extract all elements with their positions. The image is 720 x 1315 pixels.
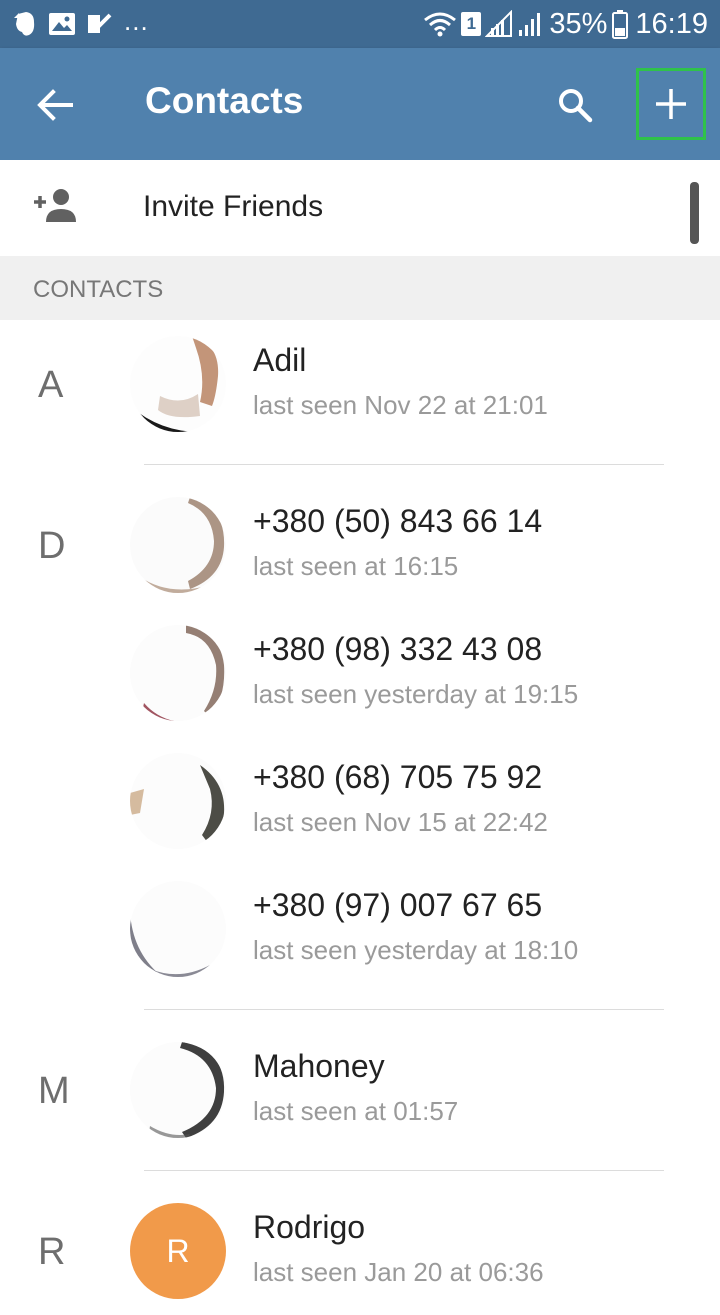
battery-percent: 35%: [549, 7, 608, 40]
contact-row[interactable]: D +380 (50) 843 66 14 last seen at 16:15: [0, 481, 720, 609]
avatar: [130, 1042, 226, 1138]
invite-friends-label: Invite Friends: [143, 190, 324, 223]
contact-name: +380 (97) 007 67 65: [253, 887, 543, 923]
contacts-section-header: CONTACTS: [0, 256, 720, 320]
app-bar: Contacts: [0, 48, 720, 160]
contact-name: Adil: [253, 342, 307, 378]
last-seen: last seen Jan 20 at 06:36: [253, 1257, 544, 1287]
last-seen: last seen yesterday at 18:10: [253, 935, 579, 965]
arrow-left-icon: [37, 89, 73, 121]
signal-icon-sim2: [519, 13, 541, 36]
contact-name: +380 (50) 843 66 14: [253, 503, 543, 539]
contact-name: Mahoney: [253, 1048, 385, 1084]
add-contact-button[interactable]: [636, 68, 706, 140]
index-letter: R: [38, 1231, 66, 1273]
divider: [144, 1170, 664, 1171]
last-seen: last seen yesterday at 19:15: [253, 679, 579, 709]
divider: [144, 464, 664, 465]
index-letter: D: [38, 525, 66, 567]
contact-row[interactable]: +380 (98) 332 43 08 last seen yesterday …: [0, 609, 720, 737]
page-title: Contacts: [145, 80, 304, 121]
wifi-icon: [424, 12, 457, 37]
status-bar: ... 1 35% 16:19: [0, 0, 720, 48]
contact-row[interactable]: +380 (97) 007 67 65 last seen yesterday …: [0, 865, 720, 993]
index-letter: M: [38, 1070, 70, 1112]
contact-name: +380 (68) 705 75 92: [253, 759, 543, 795]
last-seen: last seen Nov 15 at 22:42: [253, 807, 548, 837]
contact-row[interactable]: A Adil last seen Nov 22 at 21:01: [0, 320, 720, 448]
back-button[interactable]: [26, 76, 84, 134]
clock: 16:19: [635, 7, 708, 40]
contact-name: +380 (98) 332 43 08: [253, 631, 543, 667]
battery-icon: [612, 10, 629, 39]
contact-row[interactable]: R R Rodrigo last seen Jan 20 at 06:36: [0, 1187, 720, 1315]
evernote-icon: [14, 12, 35, 36]
status-right-icons: 1 35% 16:19: [419, 8, 708, 40]
avatar: [130, 336, 226, 432]
scrollbar-thumb[interactable]: [690, 182, 699, 244]
invite-friends-row[interactable]: Invite Friends: [0, 160, 720, 256]
avatar: [130, 497, 226, 593]
avatar: [130, 625, 226, 721]
divider: [144, 1009, 664, 1010]
status-left-icons: ...: [12, 6, 149, 38]
task-check-icon: [88, 13, 112, 33]
add-person-icon: [34, 189, 76, 222]
avatar: [130, 881, 226, 977]
index-letter: A: [38, 364, 64, 406]
last-seen: last seen Nov 22 at 21:01: [253, 390, 548, 420]
contact-name: Rodrigo: [253, 1209, 366, 1245]
avatar: R: [130, 1203, 226, 1299]
gallery-icon: [49, 13, 75, 35]
contact-row[interactable]: +380 (68) 705 75 92 last seen Nov 15 at …: [0, 737, 720, 865]
avatar: [130, 753, 226, 849]
contact-row[interactable]: M Mahoney last seen at 01:57: [0, 1026, 720, 1154]
avatar-initial: R: [166, 1232, 190, 1269]
search-icon: [559, 89, 593, 123]
sim-slot-badge: 1: [461, 12, 482, 36]
signal-icon-sim1: [485, 10, 513, 37]
last-seen: last seen at 01:57: [253, 1096, 459, 1126]
search-button[interactable]: [546, 76, 604, 134]
section-title: CONTACTS: [33, 276, 164, 303]
plus-icon: [656, 89, 686, 119]
last-seen: last seen at 16:15: [253, 551, 459, 581]
more-notifications: ...: [124, 6, 149, 36]
